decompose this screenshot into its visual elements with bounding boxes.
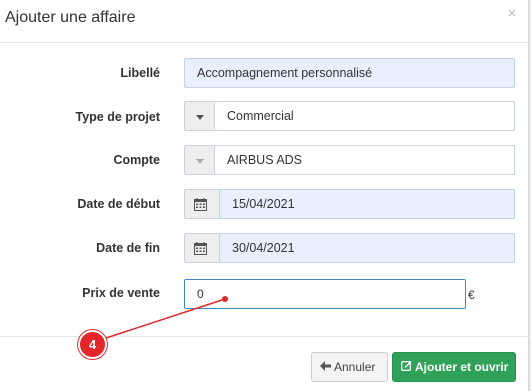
prix-vente-input[interactable]: 0 <box>184 279 466 309</box>
date-fin-input[interactable]: 30/04/2021 <box>219 233 515 263</box>
compte-label: Compte <box>113 153 160 167</box>
type-projet-select[interactable]: Commercial <box>214 101 515 131</box>
compte-select[interactable]: AIRBUS ADS <box>214 145 515 175</box>
prix-vente-label: Prix de vente <box>82 286 160 300</box>
libelle-input[interactable]: Accompagnement personnalisé <box>184 58 515 88</box>
date-debut-calendar-button[interactable] <box>184 189 220 219</box>
add-and-open-button-label: Ajouter et ouvrir <box>415 360 509 374</box>
type-projet-label: Type de projet <box>75 110 160 124</box>
chevron-down-icon <box>196 159 204 164</box>
type-projet-dropdown-button[interactable] <box>184 101 215 131</box>
date-fin-label: Date de fin <box>96 241 160 255</box>
modal-header: Ajouter une affaire × <box>0 0 529 43</box>
add-and-open-button[interactable]: Ajouter et ouvrir <box>392 352 516 382</box>
currency-symbol: € <box>468 288 475 302</box>
annotation-step-badge: 4 <box>78 330 107 359</box>
chevron-down-icon <box>196 115 204 120</box>
date-debut-label: Date de début <box>77 197 160 211</box>
date-fin-calendar-button[interactable] <box>184 233 220 263</box>
cancel-button-label: Annuler <box>334 360 376 374</box>
add-deal-modal: Ajouter une affaire × Libellé Accompagne… <box>0 0 529 391</box>
edit-square-icon <box>401 353 412 381</box>
calendar-icon <box>194 198 207 211</box>
date-debut-input[interactable]: 15/04/2021 <box>219 189 515 219</box>
cancel-button[interactable]: Annuler <box>311 352 388 382</box>
modal-title: Ajouter une affaire <box>5 9 136 26</box>
arrow-left-icon <box>320 353 331 381</box>
close-icon[interactable]: × <box>505 6 519 22</box>
compte-dropdown-button[interactable] <box>184 145 215 175</box>
libelle-label: Libellé <box>120 66 160 80</box>
calendar-icon <box>194 242 207 255</box>
